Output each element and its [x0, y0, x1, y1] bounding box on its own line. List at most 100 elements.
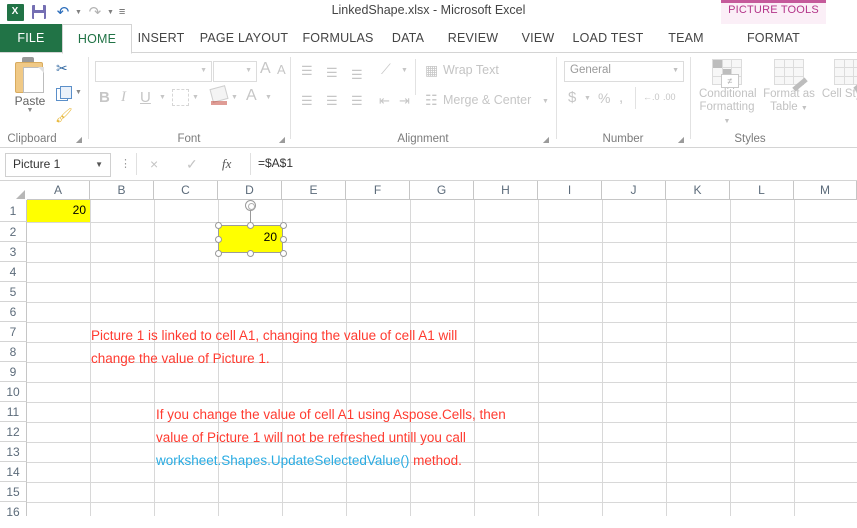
row-header-10[interactable]: 10 — [0, 382, 27, 402]
resize-handle-middle-right[interactable] — [280, 236, 287, 243]
percent-icon[interactable]: % — [598, 90, 610, 106]
linked-picture-shape[interactable]: 20 — [218, 225, 283, 253]
underline-dropdown-icon[interactable]: ▼ — [159, 94, 166, 101]
row-header-5[interactable]: 5 — [0, 282, 27, 302]
resize-handle-bottom-right[interactable] — [280, 250, 287, 257]
clipboard-dialog-launcher[interactable]: ◢ — [76, 135, 82, 144]
font-color-dropdown-icon[interactable]: ▼ — [265, 94, 272, 101]
align-bottom-icon[interactable]: ☰ — [351, 67, 363, 83]
column-header-c[interactable]: C — [154, 181, 218, 200]
column-header-l[interactable]: L — [730, 181, 794, 200]
worksheet-grid[interactable]: A B C D E F G H I J K L M 1 2 3 4 5 6 7 … — [0, 181, 857, 516]
comma-icon[interactable]: , — [619, 89, 623, 106]
paste-button[interactable]: Paste ▼ — [8, 57, 52, 114]
orientation-icon[interactable]: ⟋ — [381, 61, 391, 78]
font-name-caret[interactable]: ▼ — [200, 67, 207, 74]
font-name-input[interactable]: ▼ — [95, 61, 212, 82]
resize-handle-top-left[interactable] — [215, 222, 222, 229]
insert-function-icon[interactable]: fx — [222, 156, 231, 172]
resize-handle-top-right[interactable] — [280, 222, 287, 229]
number-format-select[interactable]: General ▼ — [564, 61, 684, 82]
align-left-icon[interactable]: ☰ — [301, 93, 313, 109]
font-size-input[interactable]: ▼ — [213, 61, 257, 82]
name-box-dropdown-icon[interactable]: ▼ — [95, 160, 103, 169]
fill-color-icon[interactable] — [209, 85, 229, 105]
format-as-table-button[interactable]: Format as Table ▼ — [761, 59, 817, 115]
italic-button[interactable]: I — [121, 89, 126, 106]
column-header-h[interactable]: H — [474, 181, 538, 200]
copy-icon[interactable] — [56, 86, 72, 101]
row-header-6[interactable]: 6 — [0, 302, 27, 322]
wrap-text-icon[interactable]: ▦ — [425, 62, 438, 79]
tab-view[interactable]: VIEW — [510, 24, 566, 52]
select-all-corner[interactable] — [0, 181, 28, 201]
row-header-1[interactable]: 1 — [0, 200, 27, 222]
row-header-13[interactable]: 13 — [0, 442, 27, 462]
tab-review[interactable]: REVIEW — [436, 24, 510, 52]
decrease-decimal-icon[interactable]: .00 — [663, 92, 676, 102]
column-header-e[interactable]: E — [282, 181, 346, 200]
underline-button[interactable]: U — [140, 89, 151, 106]
column-header-g[interactable]: G — [410, 181, 474, 200]
row-header-8[interactable]: 8 — [0, 342, 27, 362]
paste-dropdown-icon[interactable]: ▼ — [8, 107, 52, 114]
tab-insert[interactable]: INSERT — [130, 24, 192, 52]
orientation-dropdown-icon[interactable]: ▼ — [401, 67, 408, 74]
borders-dropdown-icon[interactable]: ▼ — [192, 94, 199, 101]
row-header-2[interactable]: 2 — [0, 222, 27, 242]
decrease-indent-icon[interactable]: ⇤ — [379, 93, 390, 109]
resize-handle-bottom-center[interactable] — [247, 250, 254, 257]
rotate-handle[interactable] — [245, 200, 256, 211]
conditional-formatting-button[interactable]: ≠ Conditional Formatting ▼ — [699, 59, 757, 128]
increase-indent-icon[interactable]: ⇥ — [399, 93, 410, 109]
copy-dropdown-icon[interactable]: ▼ — [75, 89, 82, 96]
merge-center-dropdown-icon[interactable]: ▼ — [542, 98, 549, 105]
font-size-caret[interactable]: ▼ — [245, 67, 252, 74]
column-header-a[interactable]: A — [27, 181, 90, 200]
align-center-icon[interactable]: ☰ — [326, 93, 338, 109]
cell-area[interactable]: 20 20 Picture 1 is linked to cell A1, ch… — [27, 200, 857, 516]
shrink-font-icon[interactable]: A — [277, 62, 286, 77]
conditional-formatting-dropdown-icon[interactable]: ▼ — [724, 118, 731, 125]
tab-page-layout[interactable]: PAGE LAYOUT — [192, 24, 296, 52]
font-color-icon[interactable]: A — [246, 87, 257, 105]
cancel-formula-icon[interactable]: × — [150, 156, 158, 172]
tab-team[interactable]: TEAM — [656, 24, 716, 52]
wrap-text-label[interactable]: Wrap Text — [443, 63, 499, 77]
align-middle-icon[interactable]: ☰ — [326, 65, 338, 81]
resize-handle-bottom-left[interactable] — [215, 250, 222, 257]
tab-data[interactable]: DATA — [380, 24, 436, 52]
format-as-table-dropdown-icon[interactable]: ▼ — [801, 105, 808, 112]
formula-input[interactable]: =$A$1 — [250, 153, 853, 175]
row-header-15[interactable]: 15 — [0, 482, 27, 502]
merge-center-label[interactable]: Merge & Center — [443, 93, 531, 107]
resize-handle-top-center[interactable] — [247, 222, 254, 229]
tab-load-test[interactable]: LOAD TEST — [566, 24, 650, 52]
row-header-14[interactable]: 14 — [0, 462, 27, 482]
row-header-12[interactable]: 12 — [0, 422, 27, 442]
column-header-b[interactable]: B — [90, 181, 154, 200]
align-right-icon[interactable]: ☰ — [351, 93, 363, 109]
font-dialog-launcher[interactable]: ◢ — [279, 135, 285, 144]
increase-decimal-icon[interactable]: ←.0 — [643, 92, 660, 102]
row-header-4[interactable]: 4 — [0, 262, 27, 282]
resize-handle-middle-left[interactable] — [215, 236, 222, 243]
row-header-16[interactable]: 16 — [0, 502, 27, 516]
number-format-caret[interactable]: ▼ — [672, 67, 679, 74]
row-header-3[interactable]: 3 — [0, 242, 27, 262]
grow-font-icon[interactable]: A — [260, 60, 271, 78]
name-box[interactable]: Picture 1 ▼ — [5, 153, 111, 177]
cell-a1[interactable]: 20 — [27, 200, 90, 222]
column-header-j[interactable]: J — [602, 181, 666, 200]
currency-dropdown-icon[interactable]: ▼ — [584, 95, 591, 102]
merge-center-icon[interactable]: ☷ — [425, 92, 438, 109]
align-top-icon[interactable]: ☰ — [301, 63, 313, 79]
row-header-7[interactable]: 7 — [0, 322, 27, 342]
tab-formulas[interactable]: FORMULAS — [296, 24, 380, 52]
tab-home[interactable]: HOME — [62, 24, 132, 54]
column-header-k[interactable]: K — [666, 181, 730, 200]
currency-icon[interactable]: $ — [568, 89, 576, 106]
tab-file[interactable]: FILE — [0, 24, 62, 52]
format-painter-icon[interactable]: 🖌 — [55, 108, 73, 122]
row-header-9[interactable]: 9 — [0, 362, 27, 382]
